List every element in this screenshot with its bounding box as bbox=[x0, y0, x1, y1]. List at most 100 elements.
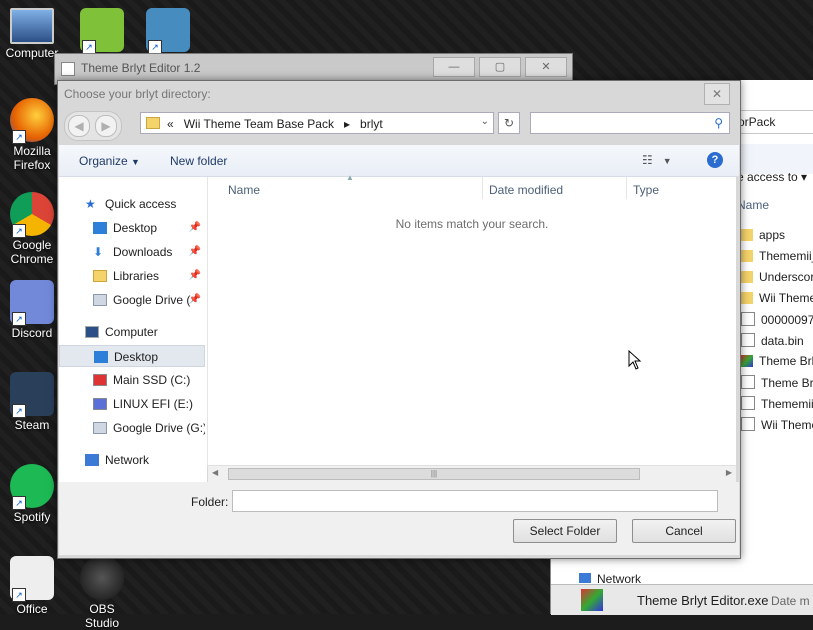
nav-item-downloads[interactable]: ⬇ Downloads 📌 bbox=[59, 241, 205, 263]
breadcrumb-item[interactable]: brlyt bbox=[360, 117, 383, 131]
bg-file-row[interactable]: Theme Brly bbox=[741, 375, 813, 395]
scroll-right-icon[interactable]: ▶ bbox=[726, 468, 732, 477]
bg-selected-file-date: Date m bbox=[771, 594, 810, 608]
drive-icon bbox=[93, 422, 107, 434]
view-options[interactable]: ☷ ▼ bbox=[642, 153, 672, 167]
nav-item-linux-efi[interactable]: LINUX EFI (E:) bbox=[59, 393, 205, 415]
desktop-icon-discord[interactable]: ↗ Discord bbox=[2, 280, 62, 340]
bg-file-row[interactable]: Wii Theme bbox=[741, 417, 813, 437]
organize-menu[interactable]: Organize ▼ bbox=[79, 154, 140, 168]
folder-icon bbox=[741, 292, 753, 304]
breadcrumb-separator[interactable]: ▸ bbox=[344, 117, 350, 131]
bg-file-row[interactable]: Thememii_ bbox=[741, 396, 813, 416]
desktop-icon-obs[interactable]: OBS Studio bbox=[72, 556, 132, 630]
dialog-close-button[interactable]: ✕ bbox=[704, 83, 730, 105]
pin-icon[interactable]: 📌 bbox=[189, 265, 201, 287]
bg-file-row[interactable]: Thememii_ bbox=[741, 249, 813, 269]
computer-icon bbox=[85, 326, 99, 338]
new-folder-button[interactable]: New folder bbox=[170, 154, 227, 168]
bg-column-name[interactable]: Name bbox=[737, 198, 769, 212]
help-button[interactable]: ? bbox=[707, 152, 723, 168]
breadcrumb-item[interactable]: Wii Theme Team Base Pack bbox=[184, 117, 334, 131]
bg-file-row[interactable]: Theme Brly bbox=[741, 354, 813, 374]
bg-file-row[interactable]: Wii Theme bbox=[741, 291, 813, 311]
maximize-button[interactable]: ▢ bbox=[479, 57, 521, 77]
bg-file-row[interactable]: Underscor bbox=[741, 270, 813, 290]
sort-arrow-icon: ▲ bbox=[346, 173, 354, 182]
folder-icon bbox=[146, 117, 160, 129]
bg-file-row[interactable]: data.bin bbox=[741, 333, 804, 353]
scrollbar-thumb[interactable]: ||| bbox=[228, 468, 640, 480]
address-bar[interactable]: « Wii Theme Team Base Pack ▸ brlyt ⌄ bbox=[140, 112, 494, 134]
nav-computer[interactable]: Computer bbox=[59, 321, 205, 343]
folder-picker-dialog[interactable]: Choose your brlyt directory: ✕ ◀ ▶ « Wii… bbox=[57, 80, 741, 559]
nav-item-computer-desktop[interactable]: Desktop bbox=[59, 345, 205, 367]
select-folder-button[interactable]: Select Folder bbox=[513, 519, 617, 543]
spotify-icon: ↗ bbox=[10, 464, 54, 510]
bg-selected-file-name: Theme Brlyt Editor.exe bbox=[637, 593, 769, 608]
nav-network[interactable]: Network bbox=[59, 449, 205, 471]
nav-label: Desktop bbox=[113, 221, 158, 235]
desktop-icon-label: OBS Studio bbox=[84, 602, 120, 630]
bg-access-label: e access to bbox=[737, 170, 798, 184]
desktop-icon-spotify[interactable]: ↗ Spotify bbox=[2, 464, 62, 524]
search-input[interactable]: ⚲ bbox=[530, 112, 730, 134]
scroll-left-icon[interactable]: ◀ bbox=[212, 468, 218, 477]
bg-give-access-menu[interactable]: e access to ▾ bbox=[737, 170, 807, 184]
desktop-icon-godot[interactable]: ↗ bbox=[138, 8, 198, 54]
pin-icon[interactable]: 📌 bbox=[189, 217, 201, 239]
nav-item-google-drive-g[interactable]: Google Drive (G:) bbox=[59, 417, 205, 439]
shortcut-arrow-icon: ↗ bbox=[12, 224, 26, 238]
chevron-down-icon: ▼ bbox=[131, 157, 140, 167]
command-toolbar: Organize ▼ New folder ☷ ▼ ? bbox=[59, 145, 739, 177]
desktop-icon-notepad[interactable]: ↗ bbox=[72, 8, 132, 54]
refresh-icon: ↻ bbox=[503, 116, 515, 130]
desktop-icon-computer[interactable]: Computer bbox=[2, 8, 62, 60]
column-divider[interactable] bbox=[626, 177, 627, 199]
shortcut-arrow-icon: ↗ bbox=[12, 588, 26, 602]
nav-item-google-drive[interactable]: Google Drive (📌 bbox=[59, 289, 205, 311]
drive-icon bbox=[93, 398, 107, 410]
shortcut-arrow-icon: ↗ bbox=[12, 312, 26, 326]
bg-file-row[interactable]: 00000097.a bbox=[741, 312, 813, 332]
minimize-button[interactable]: — bbox=[433, 57, 475, 77]
column-header-name[interactable]: Name bbox=[228, 183, 260, 197]
close-button[interactable]: ✕ bbox=[525, 57, 567, 77]
window-title: Theme Brlyt Editor 1.2 bbox=[81, 61, 201, 75]
bg-file-name: data.bin bbox=[761, 334, 804, 348]
nav-label: Google Drive (G:) bbox=[113, 421, 205, 435]
shortcut-arrow-icon: ↗ bbox=[12, 404, 26, 418]
cancel-button[interactable]: Cancel bbox=[632, 519, 736, 543]
pin-icon[interactable]: 📌 bbox=[189, 241, 201, 263]
horizontal-scrollbar[interactable]: ◀ ||| ▶ bbox=[208, 465, 736, 482]
office-icon: ↗ bbox=[10, 556, 54, 602]
nav-item-desktop[interactable]: Desktop 📌 bbox=[59, 217, 205, 239]
file-icon bbox=[741, 333, 755, 347]
column-header-type[interactable]: Type bbox=[633, 183, 659, 197]
nav-quick-access[interactable]: ★ Quick access bbox=[59, 193, 205, 215]
bg-file-name: apps bbox=[759, 228, 786, 242]
column-divider[interactable] bbox=[482, 177, 483, 199]
folder-input[interactable] bbox=[232, 490, 718, 512]
file-icon bbox=[741, 312, 755, 326]
desktop-icon-firefox[interactable]: ↗ Mozilla Firefox bbox=[2, 98, 62, 172]
bg-file-row[interactable]: apps bbox=[741, 228, 785, 248]
folder-icon bbox=[741, 250, 753, 262]
desktop-icon-steam[interactable]: ↗ Steam bbox=[2, 372, 62, 432]
desktop-icon-chrome[interactable]: ↗ Google Chrome bbox=[2, 192, 62, 266]
nav-item-main-ssd[interactable]: Main SSD (C:) bbox=[59, 369, 205, 391]
desktop-icon-office[interactable]: ↗ Office bbox=[2, 556, 62, 616]
back-arrow-icon[interactable]: ◀ bbox=[68, 115, 90, 137]
pin-icon[interactable]: 📌 bbox=[189, 289, 201, 311]
overflow-chevron[interactable]: « bbox=[167, 117, 174, 131]
nav-item-libraries[interactable]: Libraries 📌 bbox=[59, 265, 205, 287]
chevron-down-icon[interactable]: ⌄ bbox=[481, 116, 489, 127]
forward-arrow-icon[interactable]: ▶ bbox=[95, 115, 117, 137]
refresh-button[interactable]: ↻ bbox=[498, 112, 520, 134]
nav-label: Downloads bbox=[113, 245, 173, 259]
file-list[interactable]: ▲ Name Date modified Type No items match… bbox=[207, 173, 736, 467]
column-header-date-modified[interactable]: Date modified bbox=[489, 183, 563, 197]
bg-file-name: Wii Theme bbox=[761, 418, 813, 432]
bg-address-text: orPack bbox=[738, 115, 776, 129]
navigation-pane: ★ Quick access Desktop 📌 ⬇ Downloads 📌 Libra… bbox=[59, 177, 207, 482]
